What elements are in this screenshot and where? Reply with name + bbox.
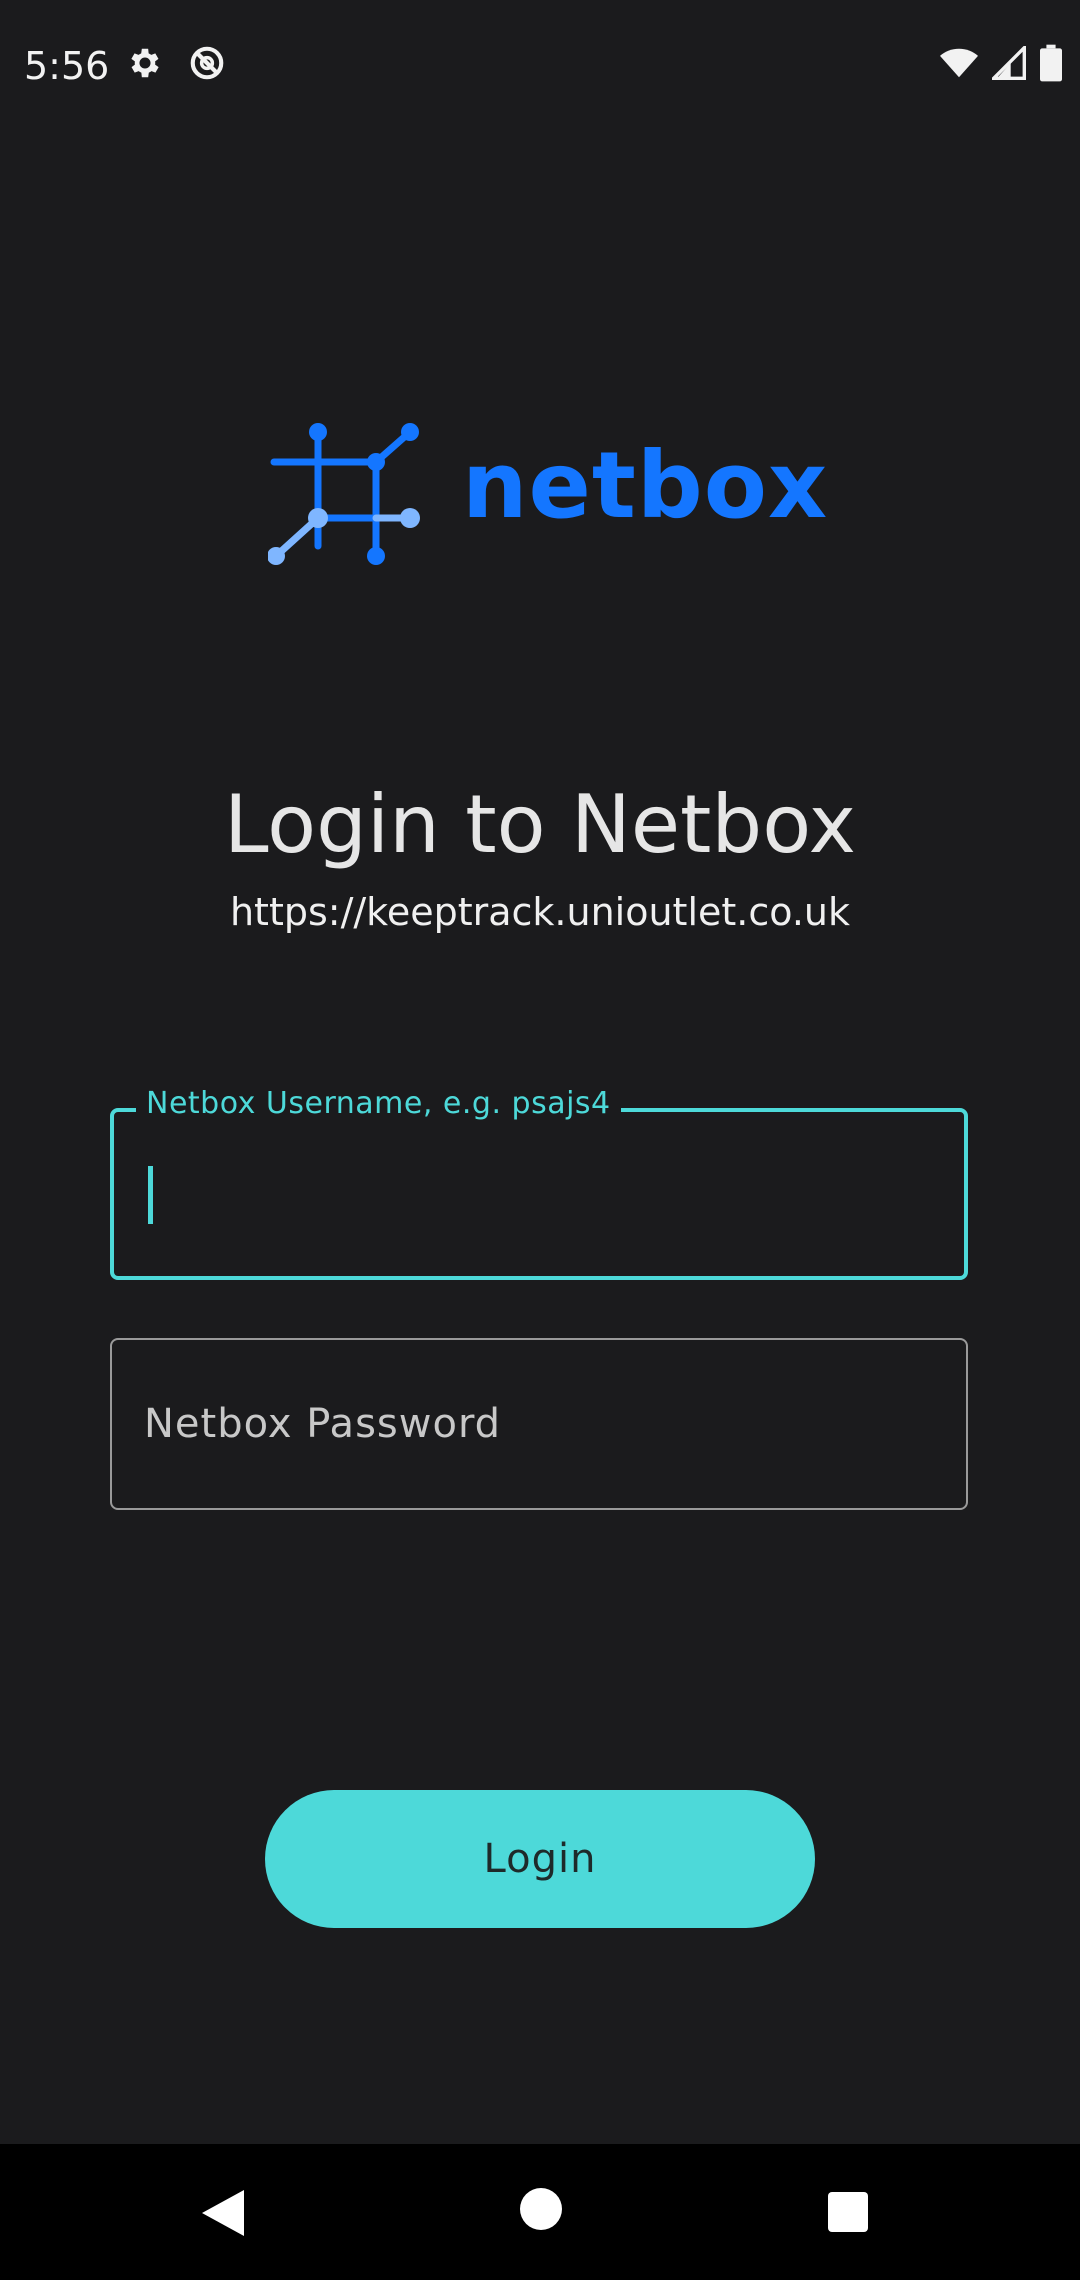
username-field[interactable]: Netbox Username, e.g. psajs4 — [110, 1086, 968, 1280]
back-icon[interactable] — [202, 2190, 246, 2241]
text-cursor — [148, 1166, 153, 1224]
status-bar: 5:56 — [0, 0, 1080, 130]
login-button[interactable]: Login — [265, 1790, 815, 1928]
server-url: https://keeptrack.unioutlet.co.uk — [229, 890, 851, 934]
status-left-icons — [126, 44, 226, 87]
status-time: 5:56 — [24, 44, 110, 88]
navigation-bar — [0, 2144, 1080, 2280]
cellular-signal-icon — [989, 43, 1026, 85]
logo-text: netbox — [462, 432, 829, 539]
page-title: Login to Netbox — [223, 778, 857, 871]
gear-icon — [126, 44, 164, 87]
password-input[interactable] — [112, 1340, 966, 1508]
login-screen: 5:56 netbox Login to Netbox https://keep… — [0, 0, 1080, 2280]
password-field[interactable] — [110, 1338, 968, 1510]
status-right-icons — [940, 43, 1062, 87]
username-input[interactable] — [114, 1112, 964, 1276]
recents-icon[interactable] — [828, 2192, 868, 2237]
battery-icon — [1040, 44, 1062, 87]
netbox-logo: netbox — [268, 414, 827, 574]
wifi-icon — [940, 46, 978, 85]
do-not-disturb-icon — [188, 44, 226, 87]
home-icon[interactable] — [520, 2188, 562, 2235]
